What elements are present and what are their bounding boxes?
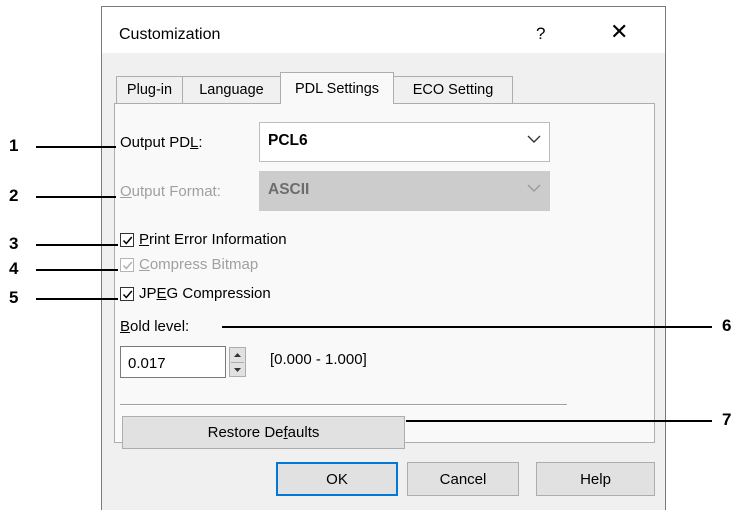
- output-pdl-label: Output PDL:: [120, 134, 203, 151]
- print-error-label[interactable]: Print Error Information: [139, 231, 287, 248]
- help-icon[interactable]: ?: [536, 24, 545, 44]
- tab-label: Plug-in: [126, 82, 173, 98]
- restore-defaults-button[interactable]: Restore De f aults: [122, 416, 405, 449]
- close-icon[interactable]: ✕: [610, 21, 628, 43]
- customization-dialog: Customization ? ✕ Plug-in Language PDL S…: [101, 6, 666, 510]
- tab-label: PDL Settings: [294, 80, 380, 97]
- checkmark-icon: [122, 261, 133, 270]
- callout-7: 7: [722, 410, 732, 429]
- callout-line-5: [36, 298, 118, 300]
- bold-level-input[interactable]: 0.017: [120, 346, 226, 378]
- callout-line-3: [36, 244, 118, 246]
- dialog-title: Customization: [119, 26, 221, 43]
- output-pdl-dropdown[interactable]: PCL6: [259, 122, 550, 162]
- callout-2: 2: [9, 186, 19, 205]
- output-format-dropdown[interactable]: ASCII: [259, 171, 550, 211]
- callout-4: 4: [9, 259, 19, 278]
- callout-3: 3: [9, 234, 19, 253]
- help-label: Help: [580, 470, 611, 488]
- tab-label: ECO Setting: [412, 82, 494, 98]
- callout-line-4: [36, 269, 118, 271]
- output-format-value: ASCII: [268, 181, 310, 198]
- tab-plug-in[interactable]: Plug-in: [116, 76, 183, 103]
- bold-level-spinner[interactable]: [229, 347, 246, 377]
- tab-pdl-settings[interactable]: PDL Settings: [280, 72, 394, 104]
- help-button[interactable]: Help: [536, 462, 655, 496]
- callout-line-6: [222, 326, 712, 328]
- chevron-down-icon: [527, 135, 541, 143]
- cancel-button[interactable]: Cancel: [407, 462, 519, 496]
- callout-line-2: [36, 196, 116, 198]
- tab-eco-setting[interactable]: ECO Setting: [393, 76, 513, 103]
- jpeg-compression-label[interactable]: JPEG Compression: [139, 285, 271, 302]
- tab-language[interactable]: Language: [182, 76, 281, 103]
- output-pdl-value: PCL6: [268, 132, 308, 149]
- jpeg-compression-checkbox[interactable]: [120, 287, 134, 301]
- chevron-down-icon: [527, 184, 541, 192]
- title-bar: Customization ? ✕: [102, 7, 665, 53]
- ok-button[interactable]: OK: [276, 462, 398, 496]
- callout-5: 5: [9, 288, 19, 307]
- tab-label: Language: [199, 82, 264, 98]
- callout-6: 6: [722, 316, 732, 335]
- bold-level-value: 0.017: [128, 355, 166, 372]
- ok-label: OK: [326, 470, 348, 488]
- callout-1: 1: [9, 136, 19, 155]
- checkmark-icon: [122, 236, 133, 245]
- callout-line-1: [36, 146, 116, 148]
- spin-down-icon[interactable]: [230, 363, 245, 377]
- checkmark-icon: [122, 290, 133, 299]
- bold-level-label: Bold level:: [120, 318, 190, 335]
- compress-bitmap-checkbox[interactable]: [120, 258, 134, 272]
- output-format-label: Output Format:: [120, 183, 221, 200]
- cancel-label: Cancel: [439, 470, 487, 488]
- print-error-checkbox[interactable]: [120, 233, 134, 247]
- compress-bitmap-label: Compress Bitmap: [139, 256, 259, 273]
- callout-line-7: [406, 420, 712, 422]
- spin-up-icon[interactable]: [230, 348, 245, 362]
- separator-highlight: [120, 405, 567, 406]
- bold-level-range: [0.000 - 1.000]: [270, 351, 367, 368]
